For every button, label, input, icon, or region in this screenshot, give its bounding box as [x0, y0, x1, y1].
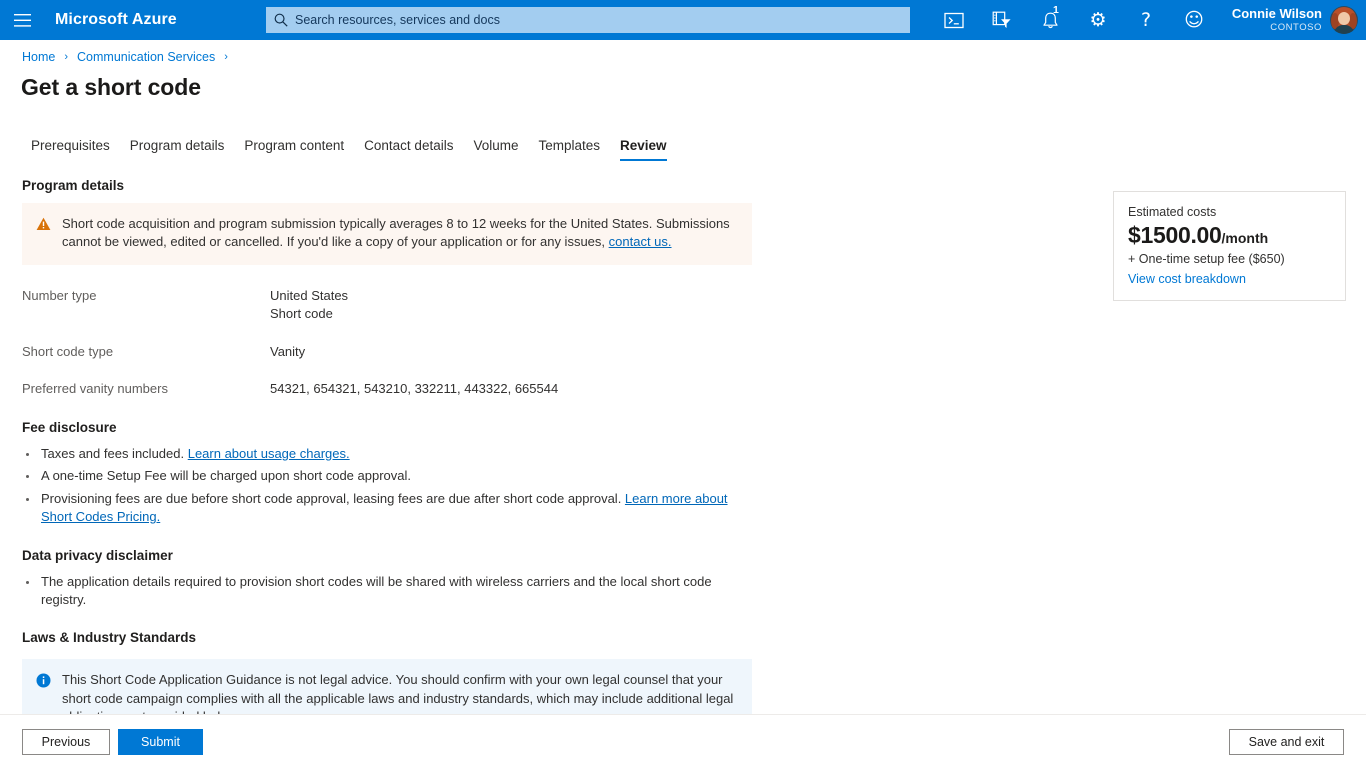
fee-bullet-2-text: A one-time Setup Fee will be charged upo…	[41, 468, 411, 483]
detail-row-number-type: Number type United States Short code	[22, 287, 752, 324]
tab-program-content[interactable]: Program content	[234, 138, 354, 161]
global-search-box[interactable]	[266, 7, 910, 33]
breadcrumb: Home › Communication Services ›	[22, 50, 237, 64]
breadcrumb-separator-icon: ›	[64, 51, 68, 63]
list-item: The application details required to prov…	[22, 573, 752, 610]
breadcrumb-separator-trailing-icon: ›	[224, 51, 228, 63]
breadcrumb-item-home[interactable]: Home	[22, 50, 55, 64]
tab-volume[interactable]: Volume	[463, 138, 528, 161]
contact-us-link[interactable]: contact us.	[609, 234, 672, 249]
help-button[interactable]: ?	[1122, 0, 1170, 40]
avatar-face	[1338, 12, 1350, 25]
notifications-button[interactable]: 1	[1026, 0, 1074, 40]
avatar-body	[1334, 25, 1354, 34]
review-content: Program details Short code acquisition a…	[22, 178, 752, 740]
section-heading-laws-standards: Laws & Industry Standards	[22, 630, 752, 645]
wizard-tabs: Prerequisites Program details Program co…	[22, 138, 677, 161]
directory-filter-icon	[992, 11, 1012, 29]
view-cost-breakdown-link[interactable]: View cost breakdown	[1128, 272, 1331, 286]
detail-value-number-type: United States Short code	[270, 287, 348, 324]
data-privacy-section: Data privacy disclaimer The application …	[22, 548, 752, 610]
section-heading-program-details: Program details	[22, 178, 752, 193]
detail-value-short-code-type: Vanity	[270, 343, 305, 361]
account-user-name: Connie Wilson	[1232, 7, 1322, 21]
detail-value-number-type-line2: Short code	[270, 305, 348, 323]
user-avatar[interactable]	[1330, 6, 1358, 34]
settings-gear-icon: ⚙	[1089, 11, 1106, 30]
estimated-costs-card: Estimated costs $1500.00 /month + One-ti…	[1113, 191, 1346, 301]
section-heading-fee-disclosure: Fee disclosure	[22, 420, 752, 435]
usage-charges-link[interactable]: Learn about usage charges.	[188, 446, 350, 461]
directory-filter-button[interactable]	[978, 0, 1026, 40]
warning-triangle-icon	[36, 215, 51, 252]
list-item: Provisioning fees are due before short c…	[22, 490, 752, 527]
detail-label-preferred-vanity-numbers: Preferred vanity numbers	[22, 380, 270, 398]
fee-bullet-1-text: Taxes and fees included.	[41, 446, 188, 461]
list-item: A one-time Setup Fee will be charged upo…	[22, 467, 752, 485]
fee-disclosure-bullets: Taxes and fees included. Learn about usa…	[22, 445, 752, 527]
detail-label-short-code-type: Short code type	[22, 343, 270, 361]
hamburger-menu-button[interactable]	[0, 0, 44, 40]
cloud-shell-icon	[944, 12, 964, 29]
account-org-name: CONTOSO	[1270, 23, 1322, 33]
tab-program-details[interactable]: Program details	[120, 138, 235, 161]
detail-label-number-type: Number type	[22, 287, 270, 324]
topbar-icon-group: 1 ⚙ ? ☺	[930, 0, 1218, 40]
program-details-list: Number type United States Short code Sho…	[22, 287, 752, 399]
data-privacy-bullet-1-text: The application details required to prov…	[41, 574, 712, 607]
estimated-costs-amount: $1500.00	[1128, 222, 1222, 249]
estimated-costs-amount-row: $1500.00 /month	[1128, 222, 1331, 249]
help-question-icon: ?	[1141, 11, 1151, 30]
account-names: Connie Wilson CONTOSO	[1232, 7, 1322, 33]
warning-message-bar: Short code acquisition and program submi…	[22, 203, 752, 265]
warning-message-text: Short code acquisition and program submi…	[62, 215, 738, 252]
detail-row-preferred-vanity-numbers: Preferred vanity numbers 54321, 654321, …	[22, 380, 752, 398]
notification-count-badge: 1	[1053, 5, 1059, 16]
save-and-exit-button[interactable]: Save and exit	[1229, 729, 1344, 755]
azure-brand-label[interactable]: Microsoft Azure	[55, 11, 177, 29]
settings-button[interactable]: ⚙	[1074, 0, 1122, 40]
tab-contact-details[interactable]: Contact details	[354, 138, 463, 161]
tab-prerequisites[interactable]: Prerequisites	[22, 138, 120, 161]
fee-disclosure-section: Fee disclosure Taxes and fees included. …	[22, 420, 752, 527]
page-title: Get a short code	[21, 74, 201, 101]
data-privacy-bullets: The application details required to prov…	[22, 573, 752, 610]
search-input[interactable]	[295, 13, 902, 27]
feedback-button[interactable]: ☺	[1170, 0, 1218, 40]
azure-top-bar: Microsoft Azure	[0, 0, 1366, 40]
search-icon	[274, 13, 288, 27]
list-item: Taxes and fees included. Learn about usa…	[22, 445, 752, 463]
hamburger-icon	[14, 14, 31, 27]
detail-row-short-code-type: Short code type Vanity	[22, 343, 752, 361]
breadcrumb-item-communication-services[interactable]: Communication Services	[77, 50, 215, 64]
detail-value-number-type-line1: United States	[270, 287, 348, 305]
one-time-setup-fee-text: + One-time setup fee ($650)	[1128, 252, 1331, 266]
estimated-costs-label: Estimated costs	[1128, 205, 1331, 219]
section-heading-data-privacy: Data privacy disclaimer	[22, 548, 752, 563]
tab-review[interactable]: Review	[610, 138, 677, 161]
detail-value-preferred-vanity-numbers: 54321, 654321, 543210, 332211, 443322, 6…	[270, 380, 558, 398]
estimated-costs-period: /month	[1222, 230, 1269, 246]
fee-bullet-3-text: Provisioning fees are due before short c…	[41, 491, 625, 506]
tab-templates[interactable]: Templates	[529, 138, 611, 161]
cloud-shell-button[interactable]	[930, 0, 978, 40]
previous-button[interactable]: Previous	[22, 729, 110, 755]
submit-button[interactable]: Submit	[118, 729, 203, 755]
wizard-footer: Previous Submit Save and exit	[0, 714, 1366, 768]
feedback-smiley-icon: ☺	[1184, 11, 1204, 30]
account-menu-button[interactable]: Connie Wilson CONTOSO	[1232, 0, 1358, 40]
